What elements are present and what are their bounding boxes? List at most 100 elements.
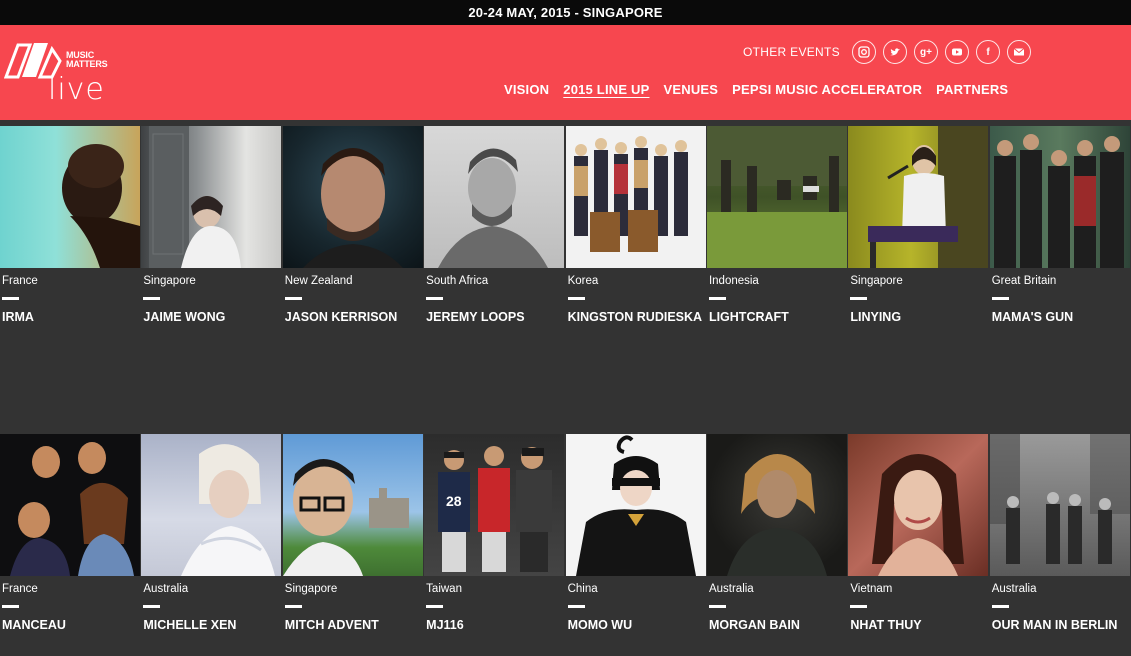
divider [708,605,726,608]
artist-card-momo-wu[interactable]: China MOMO WU [565,434,707,656]
other-events-link[interactable]: OTHER EVENTS [743,45,840,59]
twitter-icon[interactable] [883,40,907,64]
artist-photo [565,434,706,576]
artist-photo [989,434,1130,576]
event-date-bar: 20-24 MAY, 2015 - SINGAPORE [0,0,1131,25]
artist-country: Singapore [284,583,338,595]
social-links: g+ f [852,40,1031,64]
divider [2,605,19,608]
nav-venues[interactable]: VENUES [663,82,718,97]
divider [426,605,444,608]
artist-photo: 28 [424,434,565,576]
artist-country: China [567,583,598,595]
artist-name: MOMO WU [567,618,633,632]
youtube-icon[interactable] [945,40,969,64]
artist-country: Australia [991,583,1037,595]
artist-name: LIGHTCRAFT [708,310,789,324]
site-header: MUSIC MATTERS live OTHER EVENTS g+ f VIS… [0,25,1131,120]
artist-country: Singapore [850,275,903,287]
artist-photo [565,126,706,268]
artist-country: Australia [143,583,189,595]
artist-card-manceau[interactable]: France MANCEAU [0,434,142,656]
artist-photo [282,126,423,268]
artist-photo [848,434,989,576]
artist-name: MORGAN BAIN [708,618,800,632]
google-plus-icon[interactable]: g+ [914,40,938,64]
artist-photo [706,434,847,576]
nav-2015-line-up[interactable]: 2015 LINE UP [563,82,649,97]
artist-card-morgan-bain[interactable]: Australia MORGAN BAIN [706,434,849,656]
artist-name: IRMA [2,310,34,324]
artist-card-mj116[interactable]: 28 Taiwan MJ116 [424,434,566,656]
artist-country: New Zealand [284,275,353,287]
artist-card-jaime-wong[interactable]: Singapore JAIME WONG [141,126,283,434]
artist-card-jason-kerrison[interactable]: New Zealand JASON KERRISON [282,126,425,434]
artist-card-lightcraft[interactable]: Indonesia LIGHTCRAFT [706,126,849,434]
divider [708,297,726,300]
artist-photo [141,126,282,268]
artist-name: MICHELLE XEN [143,618,237,632]
artist-country: Great Britain [991,275,1057,287]
logo-live-script: live [48,72,105,107]
artist-card-our-man-in-berlin[interactable]: Australia OUR MAN IN BERLIN [989,434,1131,656]
artist-name: KINGSTON RUDIESKA [567,310,703,324]
main-nav: VISION 2015 LINE UP VENUES PEPSI MUSIC A… [504,82,1008,97]
artist-photo [0,434,140,576]
divider [426,297,444,300]
email-icon[interactable] [1007,40,1031,64]
artist-name: JEREMY LOOPS [426,310,525,324]
lineup-row-2: France MANCEAU Australia MICHELLE XEN Si… [0,434,1131,656]
artist-photo [424,126,565,268]
artist-photo [282,434,423,576]
divider [143,297,161,300]
artist-country: France [2,583,38,595]
divider [143,605,161,608]
artist-name: MJ116 [426,618,464,632]
artist-card-kingston-rudieska[interactable]: Korea KINGSTON RUDIESKA [565,126,707,434]
divider [991,297,1009,300]
divider [850,297,868,300]
lineup-row-1: France IRMA Singapore JAIME WONG New Zea… [0,126,1131,434]
divider [567,297,585,300]
artist-name: JASON KERRISON [284,310,398,324]
artist-photo [706,126,847,268]
artist-card-linying[interactable]: Singapore LINYING [848,126,990,434]
divider [850,605,868,608]
music-matters-live-logo[interactable]: MUSIC MATTERS live [4,37,114,115]
event-date-text: 20-24 MAY, 2015 - SINGAPORE [468,5,663,20]
artist-name: OUR MAN IN BERLIN [991,618,1118,632]
artist-card-irma[interactable]: France IRMA [0,126,142,434]
artist-country: Vietnam [850,583,893,595]
logo-wordmark: MUSIC MATTERS [66,50,108,69]
instagram-icon[interactable] [852,40,876,64]
artist-card-mitch-advent[interactable]: Singapore MITCH ADVENT [282,434,425,656]
artist-name: MAMA'S GUN [991,310,1074,324]
artist-name: MANCEAU [2,618,66,632]
artist-country: France [2,275,38,287]
artist-name: NHAT THUY [850,618,922,632]
artist-name: MITCH ADVENT [284,618,379,632]
artist-country: Taiwan [426,583,462,595]
artist-photo [848,126,989,268]
artist-country: Indonesia [708,275,759,287]
artist-country: Korea [567,275,599,287]
artist-country: Australia [708,583,754,595]
artist-country: Singapore [143,275,196,287]
artist-name: LINYING [850,310,902,324]
nav-partners[interactable]: PARTNERS [936,82,1008,97]
divider [284,605,302,608]
artist-card-mamas-gun[interactable]: Great Britain MAMA'S GUN [989,126,1131,434]
divider [2,297,19,300]
artist-country: South Africa [426,275,489,287]
svg-text:28: 28 [446,493,462,509]
facebook-icon[interactable]: f [976,40,1000,64]
artist-card-nhat-thuy[interactable]: Vietnam NHAT THUY [848,434,990,656]
artist-card-jeremy-loops[interactable]: South Africa JEREMY LOOPS [424,126,566,434]
artist-name: JAIME WONG [143,310,226,324]
artist-photo [0,126,140,268]
artist-photo [141,434,282,576]
artist-card-michelle-xen[interactable]: Australia MICHELLE XEN [141,434,283,656]
nav-pepsi-music-accelerator[interactable]: PEPSI MUSIC ACCELERATOR [732,82,922,97]
nav-vision[interactable]: VISION [504,82,549,97]
divider [567,605,585,608]
